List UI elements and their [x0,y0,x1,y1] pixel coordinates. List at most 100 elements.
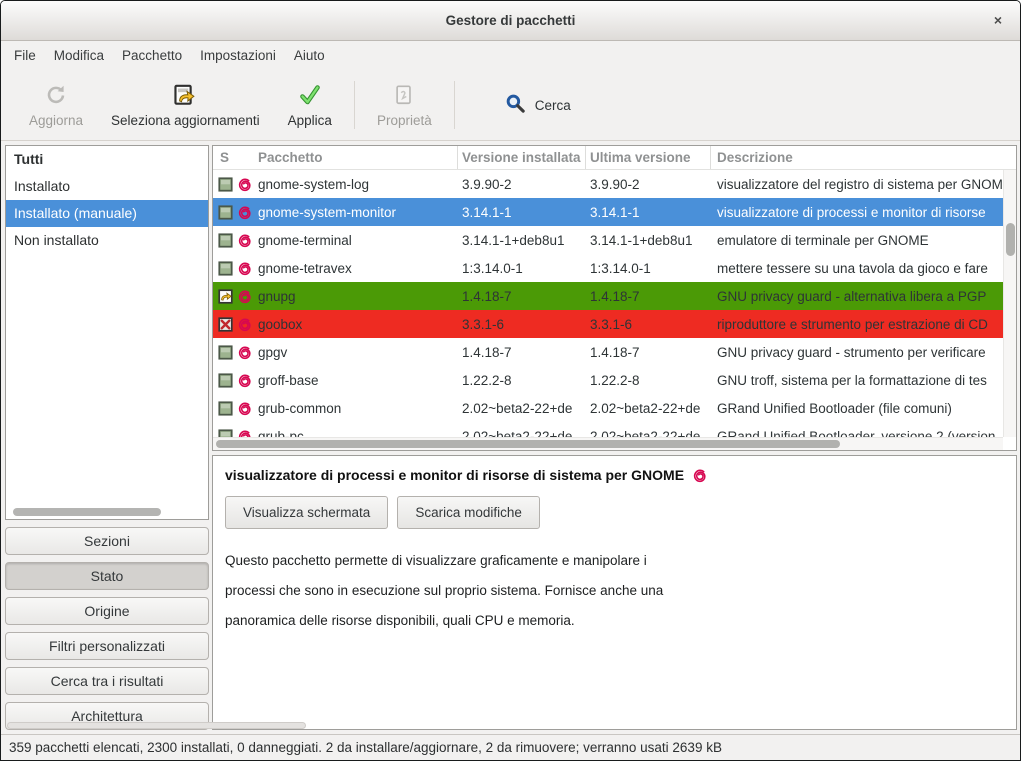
package-name: gpgv [258,345,458,360]
filter-item[interactable]: Installato [6,173,208,200]
package-status-icon[interactable] [218,289,233,304]
installed-version: 1:3.14.0-1 [458,261,586,276]
menu-item[interactable]: Modifica [45,41,113,70]
window-title: Gestore di pacchetti [446,13,576,28]
table-vertical-scrollbar-thumb[interactable] [1006,223,1015,256]
refresh-button[interactable]: Aggiorna [15,73,97,137]
table-row[interactable]: gnome-system-monitor 3.14.1-1 3.14.1-1 v… [213,198,1003,226]
refresh-label: Aggiorna [29,113,83,128]
sidebar-mode-button[interactable]: Sezioni [5,527,209,555]
debian-swirl-icon [237,401,258,416]
package-description: GNU privacy guard - strumento per verifi… [711,345,1003,360]
table-row[interactable]: gpgv 1.4.18-7 1.4.18-7 GNU privacy guard… [213,338,1003,366]
latest-version: 1.22.2-8 [586,373,711,388]
close-icon[interactable]: × [989,12,1007,30]
filter-item-label: Installato [14,178,70,194]
view-screenshot-button[interactable]: Visualizza schermata [225,496,388,529]
table-vertical-scrollbar[interactable] [1003,170,1016,437]
package-name: grub-pc [258,429,458,438]
properties-button[interactable]: Proprietà [363,73,446,137]
column-header-installed-version[interactable]: Versione installata [458,146,586,169]
mark-upgrades-label: Seleziona aggiornamenti [111,113,260,128]
table-row[interactable]: gnupg 1.4.18-7 1.4.18-7 GNU privacy guar… [213,282,1003,310]
package-status-icon[interactable] [218,373,233,388]
details-description-line: Questo pacchetto permette di visualizzar… [225,546,1004,576]
installed-version: 3.3.1-6 [458,317,586,332]
sidebar-mode-button[interactable]: Origine [5,597,209,625]
latest-version: 1.4.18-7 [586,345,711,360]
debian-swirl-icon [237,261,258,276]
details-description: Questo pacchetto permette di visualizzar… [225,546,1004,636]
properties-document-icon [393,82,415,108]
package-name: gnome-terminal [258,233,458,248]
table-row[interactable]: gnome-terminal 3.14.1-1+deb8u1 3.14.1-1+… [213,226,1003,254]
debian-swirl-icon [237,373,258,388]
menu-item[interactable]: Impostazioni [191,41,285,70]
table-row[interactable]: gnome-tetravex 1:3.14.0-1 1:3.14.0-1 met… [213,254,1003,282]
filter-list: Tutti Installato Installato (manuale) No… [5,145,209,520]
package-name: goobox [258,317,458,332]
status-bar: 359 pacchetti elencati, 2300 installati,… [1,734,1020,760]
debian-swirl-icon [237,177,258,192]
package-status-icon[interactable] [218,429,233,438]
menu-bar: FileModificaPacchettoImpostazioniAiuto [1,41,1020,70]
latest-version: 2.02~beta2-22+de [586,429,711,438]
table-header: S Pacchetto Versione installata Ultima v… [213,146,1016,170]
filter-item-label: Non installato [14,232,99,248]
package-name: gnome-system-monitor [258,205,458,220]
apply-button[interactable]: Applica [274,73,346,137]
sidebar-mode-button-label: Filtri personalizzati [49,638,165,654]
package-status-icon[interactable] [218,177,233,192]
filter-item[interactable]: Installato (manuale) [6,200,208,227]
search-button[interactable]: Cerca [489,85,587,125]
package-status-icon[interactable] [218,317,233,332]
package-status-icon[interactable] [218,233,233,248]
package-status-icon[interactable] [218,205,233,220]
table-row[interactable]: groff-base 1.22.2-8 1.22.2-8 GNU troff, … [213,366,1003,394]
main-area: Tutti Installato Installato (manuale) No… [1,141,1020,734]
menu-item[interactable]: File [5,41,45,70]
mark-upgrades-button[interactable]: Seleziona aggiornamenti [97,73,274,137]
sidebar-mode-button-label: Cerca tra i risultati [51,673,164,689]
installed-version: 3.14.1-1+deb8u1 [458,233,586,248]
sidebar-mode-buttons: Sezioni Stato Origine Filtri personalizz… [5,527,209,730]
menu-item[interactable]: Aiuto [285,41,334,70]
installed-version: 1.4.18-7 [458,345,586,360]
table-row[interactable]: goobox 3.3.1-6 3.3.1-6 riproduttore e st… [213,310,1003,338]
column-header-description[interactable]: Descrizione [711,150,1003,165]
debian-swirl-icon [237,233,258,248]
latest-version: 1:3.14.0-1 [586,261,711,276]
filter-list-hscrollbar[interactable] [13,508,161,516]
latest-version: 3.14.1-1+deb8u1 [586,233,711,248]
table-row[interactable]: gnome-system-log 3.9.90-2 3.9.90-2 visua… [213,170,1003,198]
package-description: mettere tessere su una tavola da gioco e… [711,261,1003,276]
table-row[interactable]: grub-pc 2.02~beta2-22+de 2.02~beta2-22+d… [213,422,1003,437]
package-description: GRand Unified Bootloader (file comuni) [711,401,1003,416]
installed-version: 3.14.1-1 [458,205,586,220]
package-status-icon[interactable] [218,261,233,276]
package-description: GNU privacy guard - alternativa libera a… [711,289,1003,304]
sidebar-mode-button[interactable]: Filtri personalizzati [5,632,209,660]
apply-label: Applica [288,113,332,128]
refresh-icon [44,82,68,108]
filter-item[interactable]: Non installato [6,227,208,254]
table-horizontal-scrollbar-thumb[interactable] [216,440,840,448]
sidebar-mode-button-label: Sezioni [84,533,130,549]
sidebar-mode-button[interactable]: Stato [5,562,209,590]
package-description: GRand Unified Bootloader, versione 2 (ve… [711,429,1003,438]
column-header-latest-version[interactable]: Ultima versione [586,146,711,169]
download-changelog-button[interactable]: Scarica modifiche [397,496,540,529]
filter-item[interactable]: Tutti [6,146,208,173]
toolbar-separator [454,81,455,129]
sidebar-mode-button[interactable]: Cerca tra i risultati [5,667,209,695]
package-status-icon[interactable] [218,401,233,416]
table-row[interactable]: grub-common 2.02~beta2-22+de 2.02~beta2-… [213,394,1003,422]
debian-swirl-icon [237,429,258,438]
menu-item[interactable]: Pacchetto [113,41,191,70]
column-header-package[interactable]: Pacchetto [258,146,458,169]
column-header-status[interactable]: S [213,150,237,165]
package-status-icon[interactable] [218,345,233,360]
table-horizontal-scrollbar[interactable] [213,437,1003,450]
sidebar-mode-button-label: Stato [91,568,124,584]
mark-upgrades-icon [172,82,198,108]
